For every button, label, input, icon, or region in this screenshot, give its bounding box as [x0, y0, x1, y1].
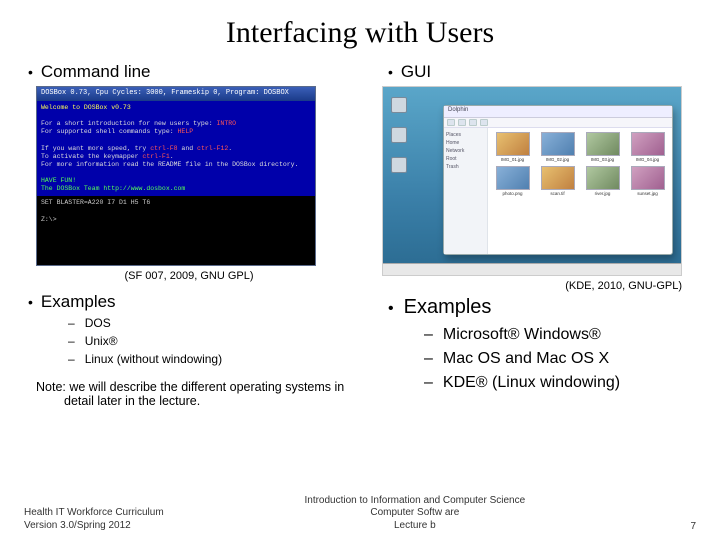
left-column: • Command line DOSBox 0.73, Cpu Cycles: …: [28, 62, 350, 408]
file-thumb: IMG_01.jpg: [492, 132, 533, 162]
footer-text: Introduction to Information and Computer…: [164, 495, 666, 508]
dos-help: HELP: [178, 128, 194, 135]
thumb-label: IMG_03.jpg: [591, 157, 614, 162]
desktop-icon: [389, 157, 409, 174]
list-item: KDE® (Linux windowing): [424, 371, 692, 395]
dos-kmk: ctrl-F1: [142, 153, 169, 160]
right-examples-list: Microsoft® Windows® Mac OS and Mac OS X …: [370, 323, 692, 395]
window-content: IMG_01.jpg IMG_02.jpg IMG_03.jpg IMG_04.…: [488, 128, 672, 254]
left-caption: (SF 007, 2009, GNU GPL): [28, 270, 350, 282]
toolbar-button: [469, 119, 477, 126]
thumb-label: photo.png: [502, 191, 522, 196]
bullet-icon: •: [388, 300, 394, 318]
sidebar-item: Home: [446, 139, 485, 147]
left-note: Note: we will describe the different ope…: [28, 380, 350, 408]
dos-intro: INTRO: [217, 120, 237, 127]
dosbox-screenshot: DOSBox 0.73, Cpu Cycles: 3000, Frameskip…: [36, 86, 316, 266]
file-manager-window: Dolphin Places Home Network Root: [443, 105, 673, 255]
dosbox-black-area: SET BLASTER=A220 I7 D1 H5 T6 Z:\>: [37, 196, 315, 226]
toolbar-button: [458, 119, 466, 126]
footer-text: Version 3.0/Spring 2012: [24, 520, 164, 533]
list-item: Mac OS and Mac OS X: [424, 347, 692, 371]
sidebar-item: Places: [446, 131, 485, 139]
list-item: Unix®: [68, 332, 350, 350]
dosbox-blue-area: Welcome to DOSBox v0.73 For a short intr…: [37, 101, 315, 196]
left-examples-heading: Examples: [41, 292, 116, 312]
dos-s2: and: [178, 145, 198, 152]
dos-km: To activate the keymapper: [41, 153, 142, 160]
dos-k1: ctrl-F8: [150, 145, 177, 152]
bullet-icon: •: [388, 65, 393, 79]
kde-taskbar: [383, 263, 681, 275]
list-item: Microsoft® Windows®: [424, 323, 692, 347]
kde-screenshot: Dolphin Places Home Network Root: [382, 86, 682, 276]
sidebar-item: Trash: [446, 163, 485, 171]
dos-readme: For more information read the README fil…: [41, 161, 298, 168]
bullet-icon: •: [28, 295, 33, 309]
footer-text: Computer Softw are: [164, 507, 666, 520]
dos-b1: SET BLASTER=A220 I7 D1 H5 T6: [41, 199, 150, 206]
dos-l2: For supported shell commands type:: [41, 128, 178, 135]
dos-k2: ctrl-F12: [197, 145, 228, 152]
footer-center: Introduction to Information and Computer…: [164, 495, 666, 533]
right-caption: (KDE, 2010, GNU-GPL): [370, 280, 692, 292]
dos-welcome: Welcome to DOSBox v0.73: [41, 104, 131, 111]
thumb-label: IMG_01.jpg: [501, 157, 524, 162]
dosbox-titlebar: DOSBox 0.73, Cpu Cycles: 3000, Frameskip…: [37, 87, 315, 101]
sidebar-item: Root: [446, 155, 485, 163]
right-heading: GUI: [401, 62, 431, 82]
file-thumb: scan.tif: [537, 166, 578, 196]
list-item: Linux (without windowing): [68, 350, 350, 368]
dos-team: The DOSBox Team http://www.dosbox.com: [41, 185, 185, 192]
slide-title: Interfacing with Users: [28, 16, 692, 50]
toolbar-button: [480, 119, 488, 126]
desktop-icon: [389, 97, 409, 114]
list-item: DOS: [68, 314, 350, 332]
dos-l1: For a short introduction for new users t…: [41, 120, 217, 127]
right-examples-heading: Examples: [404, 296, 492, 319]
thumb-label: IMG_02.jpg: [546, 157, 569, 162]
footer-text: Lecture b: [164, 520, 666, 533]
left-examples-list: DOS Unix® Linux (without windowing): [28, 314, 350, 368]
dos-fun: HAVE FUN!: [41, 177, 76, 184]
dos-s1: If you want more speed, try: [41, 145, 150, 152]
thumb-label: scan.tif: [550, 191, 564, 196]
file-thumb: IMG_03.jpg: [582, 132, 623, 162]
sidebar-item: Network: [446, 147, 485, 155]
thumb-label: sunset.jpg: [637, 191, 658, 196]
slide-footer: Health IT Workforce Curriculum Version 3…: [0, 495, 720, 533]
note-text: Note: we will describe the different ope…: [36, 380, 350, 408]
thumb-label: IMG_04.jpg: [636, 157, 659, 162]
window-titlebar: Dolphin: [444, 106, 672, 118]
bullet-icon: •: [28, 65, 33, 79]
file-thumb: sunset.jpg: [627, 166, 668, 196]
page-number: 7: [666, 521, 696, 532]
file-thumb: IMG_02.jpg: [537, 132, 578, 162]
desktop-icon: [389, 127, 409, 144]
thumb-label: river.jpg: [595, 191, 611, 196]
footer-text: Health IT Workforce Curriculum: [24, 507, 164, 520]
window-toolbar: [444, 118, 672, 128]
file-thumb: photo.png: [492, 166, 533, 196]
file-thumb: river.jpg: [582, 166, 623, 196]
file-thumb: IMG_04.jpg: [627, 132, 668, 162]
left-heading: Command line: [41, 62, 151, 82]
dos-prompt: Z:\>: [41, 216, 57, 223]
toolbar-button: [447, 119, 455, 126]
footer-left: Health IT Workforce Curriculum Version 3…: [24, 507, 164, 532]
right-column: • GUI Dolphin: [370, 62, 692, 408]
window-sidebar: Places Home Network Root Trash: [444, 128, 488, 254]
